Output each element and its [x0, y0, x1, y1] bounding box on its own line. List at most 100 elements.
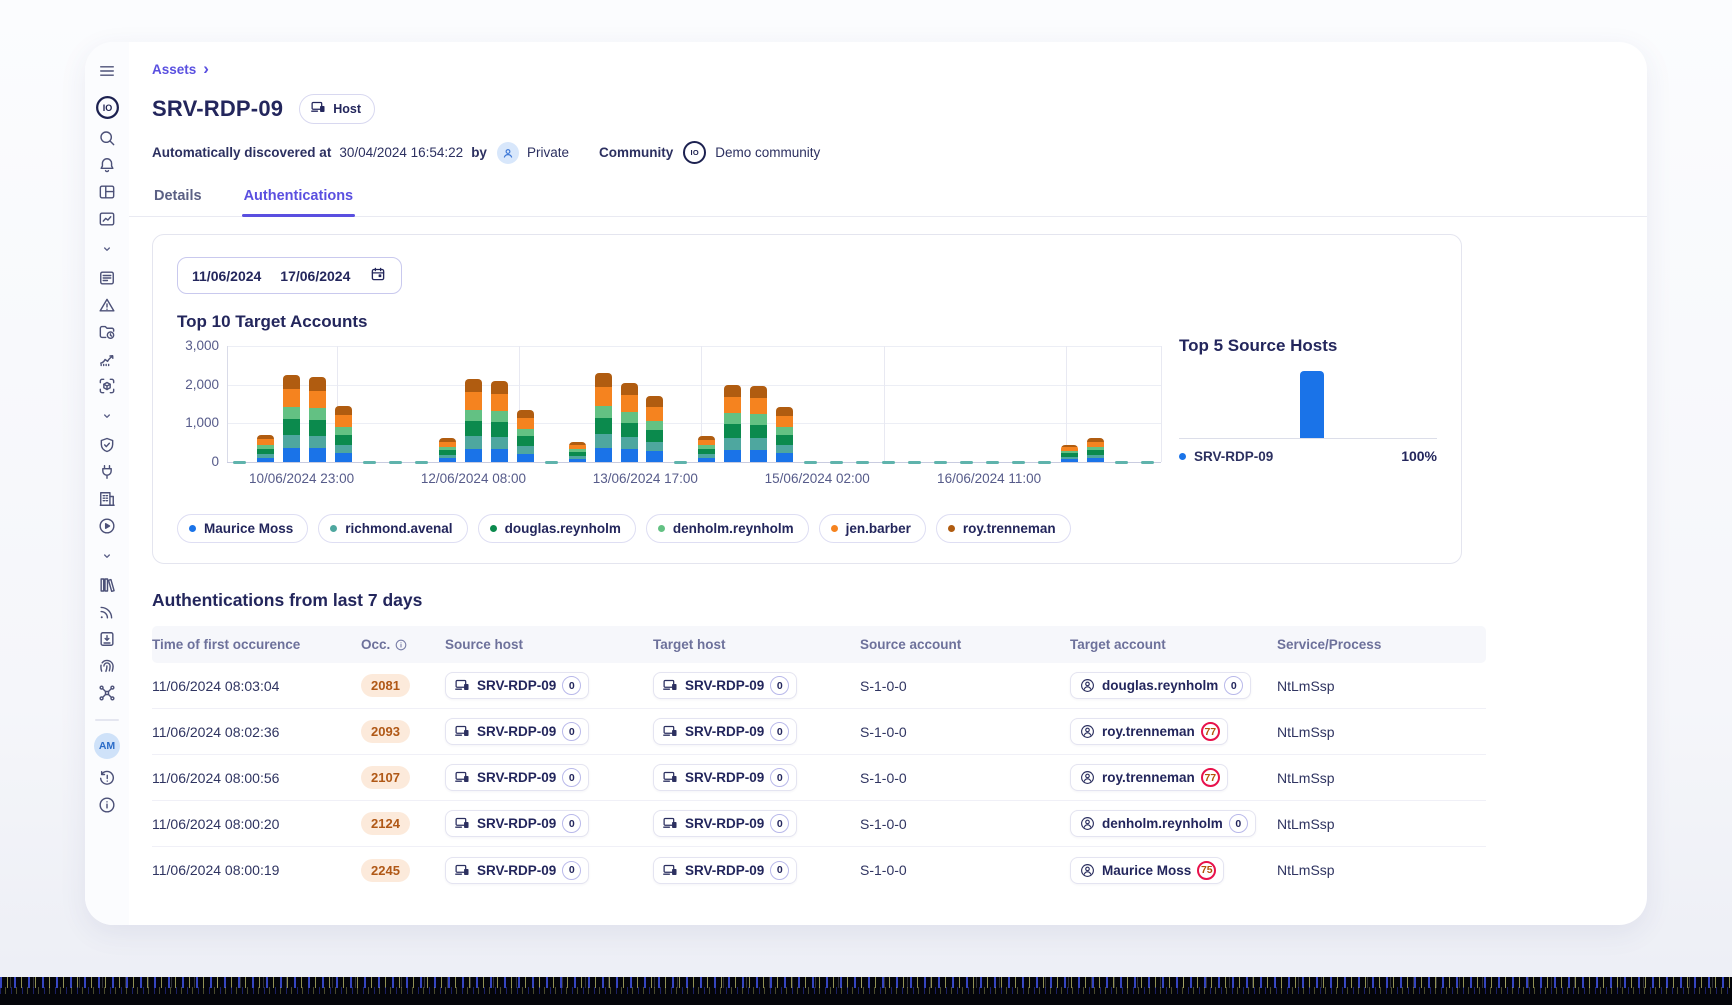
stacked-bar[interactable]: [646, 396, 663, 462]
legend-chip-maurice-moss[interactable]: Maurice Moss: [177, 514, 308, 543]
count-badge: 0: [770, 676, 789, 695]
breadcrumb-assets-link[interactable]: Assets: [152, 62, 196, 77]
sidebar-fingerprint-icon[interactable]: [92, 653, 122, 679]
legend-dot: [658, 525, 665, 532]
source-host-chip[interactable]: SRV-RDP-090: [445, 672, 589, 699]
risk-score-badge: 77: [1201, 768, 1220, 787]
sidebar-cube-scan-icon[interactable]: [92, 373, 122, 399]
sidebar-layout-icon[interactable]: [92, 179, 122, 205]
legend-chip-jen-barber[interactable]: jen.barber: [819, 514, 926, 543]
owner-value: Private: [527, 145, 569, 160]
zero-dash: [934, 461, 947, 464]
sidebar-building-icon[interactable]: [92, 486, 122, 512]
column-header-time-of-first-occurence: Time of first occurence: [152, 637, 361, 652]
sidebar-chevron-down-icon[interactable]: [92, 407, 122, 425]
sidebar-logo-icon[interactable]: IO: [92, 91, 122, 123]
stacked-bar[interactable]: [309, 377, 326, 462]
bar-segment: [1061, 459, 1078, 462]
target-host-chip[interactable]: SRV-RDP-090: [653, 672, 797, 699]
account-chip[interactable]: roy.trenneman77: [1070, 718, 1228, 745]
date-range-picker[interactable]: 11/06/2024 17/06/2024: [177, 257, 402, 294]
account-name: douglas.reynholm: [1102, 678, 1218, 693]
legend-chip-douglas-reynholm[interactable]: douglas.reynholm: [478, 514, 636, 543]
target-host-chip[interactable]: SRV-RDP-090: [653, 764, 797, 791]
stacked-bar[interactable]: [439, 438, 456, 462]
chart-slot: [979, 346, 1005, 462]
source-host-chip[interactable]: SRV-RDP-090: [445, 764, 589, 791]
stacked-bar[interactable]: [595, 373, 612, 462]
stacked-bar[interactable]: [698, 436, 715, 462]
sidebar-folder-clock-icon[interactable]: [92, 319, 122, 345]
stacked-bar[interactable]: [283, 375, 300, 462]
stacked-bar[interactable]: [257, 435, 274, 462]
tab-details[interactable]: Details: [152, 184, 204, 216]
bar-segment: [309, 420, 326, 435]
bar-segment: [335, 453, 352, 462]
sidebar-plug-icon[interactable]: [92, 459, 122, 485]
sidebar-books-icon[interactable]: [92, 572, 122, 598]
stacked-bar[interactable]: [465, 379, 482, 462]
page-title: SRV-RDP-09: [152, 96, 283, 122]
sidebar-news-icon[interactable]: [92, 265, 122, 291]
bar-segment: [776, 435, 793, 445]
target-host-chip[interactable]: SRV-RDP-090: [653, 857, 797, 884]
bar-segment: [698, 458, 715, 462]
community-value: Demo community: [715, 145, 820, 160]
user-icon: [1079, 815, 1096, 832]
sidebar-history-alert-icon[interactable]: [92, 765, 122, 791]
bar-segment: [491, 437, 508, 449]
sidebar-rss-icon[interactable]: [92, 599, 122, 625]
source-host-chip[interactable]: SRV-RDP-090: [445, 857, 589, 884]
sidebar-chart-box-icon[interactable]: [92, 206, 122, 232]
tab-authentications[interactable]: Authentications: [242, 184, 356, 216]
io-logo-icon: IO: [683, 141, 706, 164]
legend-chip-roy-trenneman[interactable]: roy.trenneman: [936, 514, 1071, 543]
sidebar-chevron-down-icon[interactable]: [92, 547, 122, 565]
sidebar-network-icon[interactable]: [92, 680, 122, 706]
sidebar-chevron-down-icon[interactable]: [92, 240, 122, 258]
source-host-bar[interactable]: [1300, 371, 1324, 438]
target-host-chip[interactable]: SRV-RDP-090: [653, 718, 797, 745]
legend-dot: [831, 525, 838, 532]
sidebar-menu-icon[interactable]: [92, 58, 122, 84]
account-chip[interactable]: Maurice Moss75: [1070, 857, 1224, 884]
stacked-bar[interactable]: [491, 381, 508, 462]
bar-segment: [283, 435, 300, 448]
stacked-bar[interactable]: [569, 442, 586, 462]
target-host-chip[interactable]: SRV-RDP-090: [653, 810, 797, 837]
chart-slot: [1031, 346, 1057, 462]
legend-dot: [189, 525, 196, 532]
sidebar-play-circle-icon[interactable]: [92, 513, 122, 539]
legend-chip-richmond-avenal[interactable]: richmond.avenal: [318, 514, 467, 543]
stacked-bar[interactable]: [1061, 445, 1078, 462]
sidebar-trend-icon[interactable]: [92, 346, 122, 372]
source-host-chip[interactable]: SRV-RDP-090: [445, 810, 589, 837]
stacked-bar[interactable]: [724, 385, 741, 462]
column-header-target-host: Target host: [653, 637, 860, 652]
devices-icon: [454, 815, 471, 832]
account-chip[interactable]: denholm.reynholm0: [1070, 810, 1256, 837]
breadcrumb[interactable]: Assets ›: [152, 62, 209, 77]
sidebar-warning-icon[interactable]: [92, 292, 122, 318]
sidebar-info-icon[interactable]: [92, 792, 122, 818]
legend-dot: [490, 525, 497, 532]
sidebar-doc-download-icon[interactable]: [92, 626, 122, 652]
bar-segment: [309, 408, 326, 420]
account-chip[interactable]: roy.trenneman77: [1070, 764, 1228, 791]
stacked-bar[interactable]: [776, 407, 793, 462]
stacked-bar[interactable]: [750, 386, 767, 463]
stacked-bar[interactable]: [335, 406, 352, 462]
info-icon[interactable]: [394, 638, 408, 652]
sidebar-bell-icon[interactable]: [92, 152, 122, 178]
legend-chip-denholm-reynholm[interactable]: denholm.reynholm: [646, 514, 809, 543]
sidebar-search-icon[interactable]: [92, 125, 122, 151]
source-host-chip[interactable]: SRV-RDP-090: [445, 718, 589, 745]
zero-dash: [830, 461, 843, 464]
sidebar-shield-check-icon[interactable]: [92, 432, 122, 458]
account-chip[interactable]: douglas.reynholm0: [1070, 672, 1251, 699]
stacked-bar[interactable]: [1087, 438, 1104, 462]
stacked-bar[interactable]: [621, 383, 638, 462]
stacked-bar[interactable]: [517, 410, 534, 462]
user-avatar[interactable]: AM: [94, 733, 120, 759]
bar-segment: [724, 397, 741, 413]
